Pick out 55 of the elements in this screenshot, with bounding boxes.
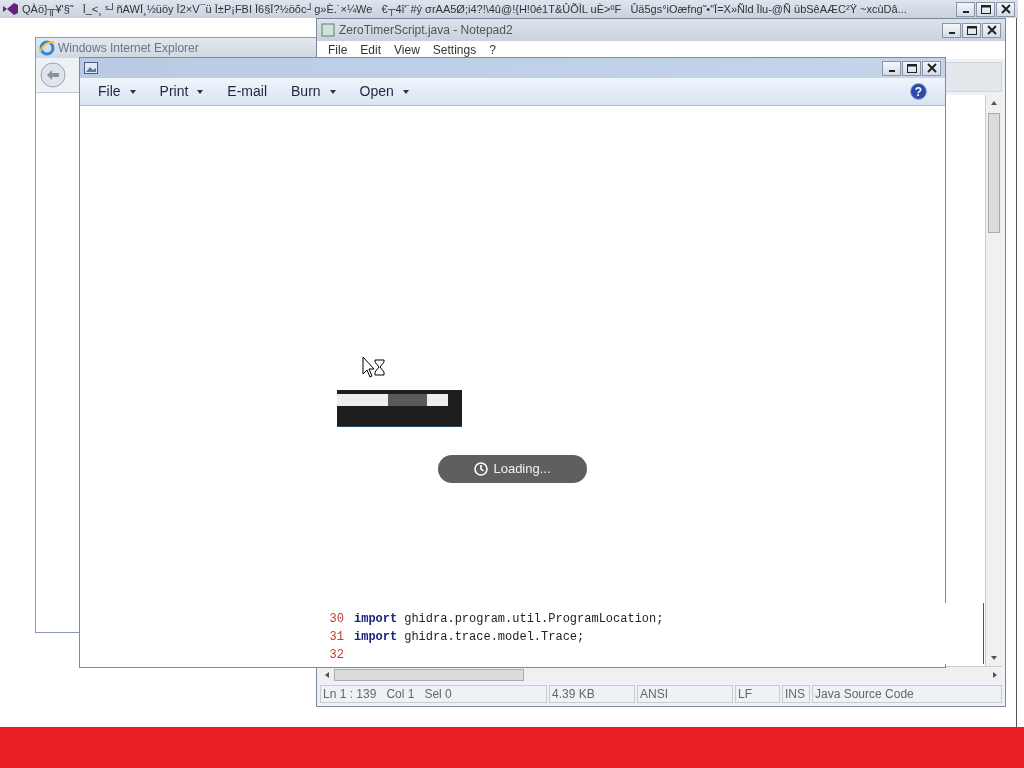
close-icon <box>986 25 997 35</box>
menu-item[interactable]: View <box>394 41 420 59</box>
maximize-icon <box>980 4 991 14</box>
caret-icon <box>129 89 136 94</box>
menu-item[interactable]: ? <box>489 41 496 59</box>
close-button[interactable] <box>982 22 1001 38</box>
clock-icon <box>474 462 489 476</box>
code-text: ghidra.trace.model.Trace; <box>404 629 585 646</box>
viewer-icon <box>84 62 98 74</box>
browser-logo-icon <box>39 40 55 56</box>
menu-item[interactable]: Settings <box>432 41 477 59</box>
back-button[interactable] <box>40 62 66 88</box>
minimize-button[interactable] <box>956 1 975 17</box>
notepad-icon <box>321 23 335 37</box>
window-title: QÀö}╥¥'§˜ Ī_<¸ ˢ┘ñAWĪ¸½üöy Ī2×V¯ü Ī±P¡FBI Ī6§Ī?½öõc┘g»È.˙×¼We €┬4î'˙#ý σrAA5Ø;i4?!\4û@!{H!0é1T&ÛÕÎL uÈ>ºF Ûä5gs°iOæfng˜•"Ī=X»Ñld Īlu-@Ñ übSêAÆC²Ÿ ~xcùDâ... <box>22 1 908 18</box>
maximize-icon <box>966 25 977 35</box>
code-text: ghidra.program.util.ProgramLocation; <box>404 611 664 628</box>
maximize-button[interactable] <box>976 1 995 17</box>
window-title: Windows Internet Explorer <box>58 40 199 57</box>
window-title: ZeroTimerScript.java - Notepad2 <box>339 22 514 39</box>
status-pane: Java Source Code <box>812 685 1002 703</box>
status-pane: 4.39 KB <box>549 685 635 703</box>
close-button[interactable] <box>996 1 1015 17</box>
vertical-scrollbar[interactable] <box>985 95 1002 666</box>
menu-item[interactable]: File <box>328 41 348 59</box>
code-keyword: import <box>354 611 398 628</box>
menu-button[interactable]: Print <box>159 81 204 102</box>
close-icon <box>926 63 937 73</box>
busy-cursor-icon <box>362 356 386 380</box>
loading-indicator: Loading... <box>438 455 587 483</box>
minimize-button[interactable] <box>882 60 901 76</box>
menu-button[interactable]: Open <box>359 81 409 102</box>
close-button[interactable] <box>922 60 941 76</box>
status-pane: LF <box>735 685 780 703</box>
close-icon <box>1000 4 1011 14</box>
app-logo-icon <box>3 3 18 15</box>
menu-button[interactable]: E-mail <box>227 81 268 102</box>
scroll-thumb[interactable] <box>334 668 524 681</box>
status-pane: ANSI <box>637 685 733 703</box>
menu-item[interactable]: Edit <box>360 41 382 59</box>
status-pane: Ln 1 : 139 Col 1 Sel 0 <box>320 685 547 703</box>
line-number: 30 <box>328 611 345 628</box>
maximize-icon <box>906 63 917 73</box>
caret-icon <box>197 89 204 94</box>
code-keyword: import <box>354 629 398 646</box>
help-button[interactable]: ? <box>910 83 927 100</box>
line-number: 31 <box>328 629 345 646</box>
line-number: 32 <box>328 647 345 664</box>
menu-button[interactable]: File <box>98 81 136 102</box>
menu-button[interactable]: Burn <box>291 81 336 102</box>
status-pane: INS <box>782 685 810 703</box>
minimize-button[interactable] <box>942 22 961 38</box>
maximize-button[interactable] <box>962 22 981 38</box>
scroll-thumb[interactable] <box>988 113 1000 233</box>
maximize-button[interactable] <box>902 60 921 76</box>
